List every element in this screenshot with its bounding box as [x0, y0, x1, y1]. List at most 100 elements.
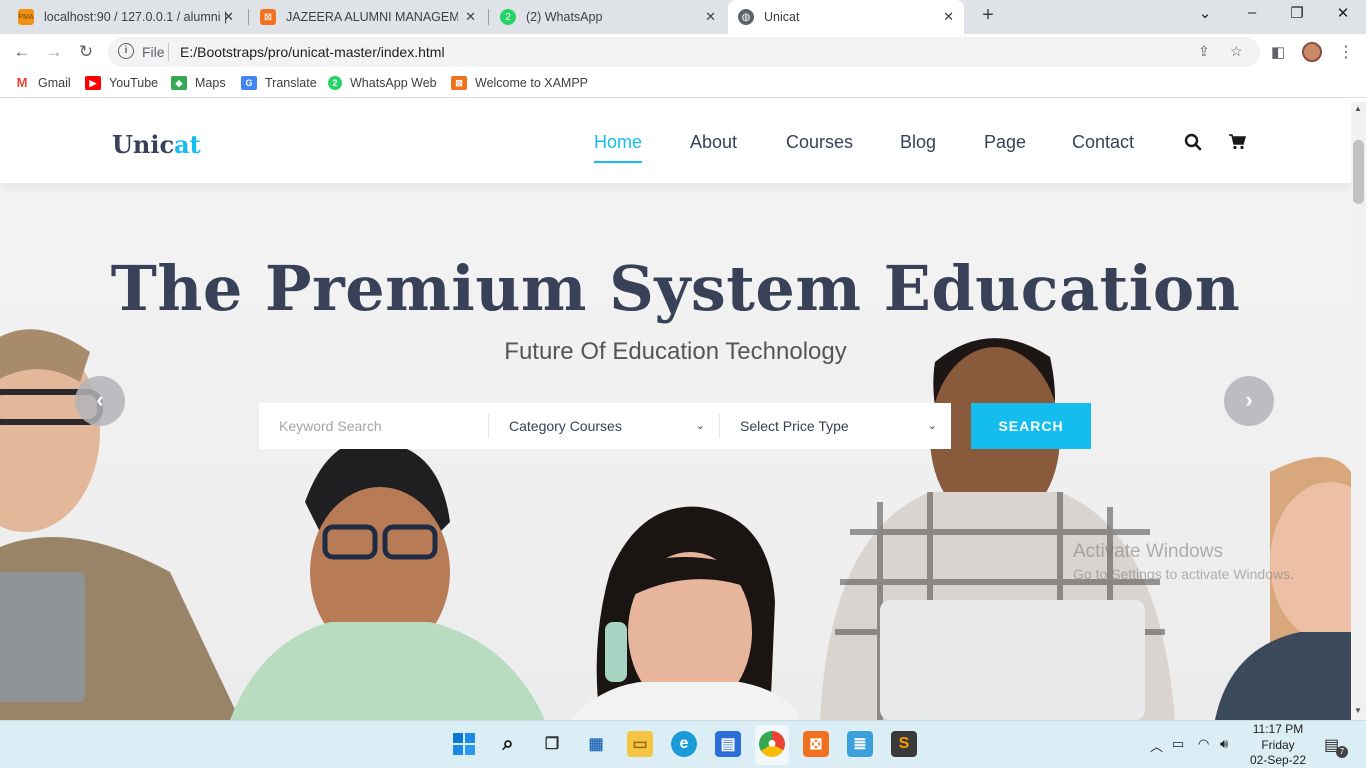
- bookmark-label: Translate: [265, 76, 317, 90]
- close-icon[interactable]: ✕: [705, 9, 716, 25]
- file-scheme-label: File: [142, 44, 165, 60]
- side-panel-icon[interactable]: ◧: [1271, 43, 1285, 61]
- bookmark-translate[interactable]: G Translate: [241, 76, 317, 90]
- reload-icon[interactable]: ↻: [76, 42, 96, 62]
- watermark-title: Activate Windows: [1073, 541, 1223, 562]
- site-header: Unicat Home About Courses Blog Page Cont…: [0, 102, 1351, 183]
- carousel-prev-button[interactable]: ‹: [75, 376, 125, 426]
- tab-title: JAZEERA ALUMNI MANAGEMENT: [286, 10, 458, 24]
- logo-accent-text: at: [174, 130, 201, 159]
- chrome-icon[interactable]: ●: [759, 731, 785, 757]
- price-type-select[interactable]: Select Price Type ⌄: [720, 403, 951, 449]
- carousel-next-button[interactable]: ›: [1224, 376, 1274, 426]
- maps-icon: ◆: [171, 76, 187, 90]
- category-select[interactable]: Category Courses ⌄: [489, 403, 719, 449]
- scroll-down-icon[interactable]: ▼: [1354, 706, 1362, 715]
- tab-phpmyadmin[interactable]: PMA localhost:90 / 127.0.0.1 / alumni | …: [8, 0, 244, 34]
- search-icon[interactable]: [1184, 133, 1202, 156]
- back-icon[interactable]: ←: [12, 42, 32, 62]
- bookmark-label: Maps: [195, 76, 226, 90]
- logo-text: Unic: [112, 130, 175, 159]
- chevron-up-icon[interactable]: ︿: [1150, 736, 1163, 755]
- bookmark-label: YouTube: [109, 76, 159, 90]
- sublime-icon[interactable]: S: [891, 731, 917, 757]
- page-scrollbar[interactable]: ▲ ▼: [1351, 102, 1366, 720]
- course-search-form: Category Courses ⌄ Select Price Type ⌄: [259, 403, 951, 449]
- close-icon[interactable]: ✕: [465, 9, 476, 25]
- bookmark-label: WhatsApp Web: [350, 76, 437, 90]
- tab-whatsapp[interactable]: 2 (2) WhatsApp ✕: [490, 0, 726, 34]
- scrollbar-thumb[interactable]: [1353, 140, 1364, 204]
- bookmark-label: Gmail: [38, 76, 71, 90]
- bookmark-star-icon[interactable]: ☆: [1230, 43, 1243, 60]
- address-bar[interactable]: i File E:/Bootstraps/pro/unicat-master/i…: [108, 37, 1260, 67]
- category-select-value: Category Courses: [509, 418, 622, 434]
- browser-tab-strip: PMA localhost:90 / 127.0.0.1 / alumni | …: [0, 0, 1366, 34]
- gmail-icon: M: [14, 76, 30, 90]
- menu-icon[interactable]: ⋮: [1338, 42, 1354, 62]
- hero-subtitle: Future Of Education Technology: [504, 338, 847, 365]
- bookmark-gmail[interactable]: M Gmail: [14, 76, 71, 90]
- notification-badge: 7: [1336, 746, 1348, 758]
- battery-icon[interactable]: ▭: [1172, 736, 1184, 752]
- nav-home[interactable]: Home: [594, 132, 643, 163]
- window-close-icon[interactable]: ✕: [1331, 4, 1355, 22]
- xampp-icon[interactable]: ⊠: [803, 731, 829, 757]
- close-icon[interactable]: ✕: [943, 9, 954, 25]
- cart-icon[interactable]: [1228, 133, 1246, 155]
- phpmyadmin-icon: PMA: [18, 9, 34, 25]
- tab-jazeera[interactable]: ⊠ JAZEERA ALUMNI MANAGEMENT ✕: [250, 0, 486, 34]
- profile-avatar[interactable]: [1302, 42, 1322, 62]
- search-icon[interactable]: ⌕: [495, 731, 521, 757]
- tab-title: Unicat: [764, 10, 800, 24]
- share-icon[interactable]: ⇪: [1198, 43, 1210, 60]
- bookmark-xampp[interactable]: ⊠ Welcome to XAMPP: [451, 76, 588, 90]
- globe-icon: ◍: [738, 9, 754, 25]
- web-page: Unicat Home About Courses Blog Page Cont…: [0, 102, 1351, 720]
- scroll-up-icon[interactable]: ▲: [1354, 104, 1362, 113]
- new-tab-button[interactable]: +: [976, 4, 1000, 27]
- tab-unicat[interactable]: ◍ Unicat ✕: [728, 0, 964, 34]
- tab-title: (2) WhatsApp: [526, 10, 603, 24]
- bookmark-maps[interactable]: ◆ Maps: [171, 76, 226, 90]
- bookmark-youtube[interactable]: ▶ YouTube: [85, 76, 158, 90]
- restore-icon[interactable]: ❐: [1285, 4, 1309, 22]
- edge-icon[interactable]: e: [671, 731, 697, 757]
- keyword-search-input[interactable]: [259, 403, 488, 449]
- tab-search-icon[interactable]: ⌄: [1193, 4, 1217, 22]
- system-clock[interactable]: 11:17 PM Friday 02-Sep-22: [1246, 722, 1310, 769]
- nav-courses[interactable]: Courses: [786, 132, 853, 153]
- minimize-icon[interactable]: –: [1240, 4, 1264, 21]
- bookmark-label: Welcome to XAMPP: [475, 76, 589, 90]
- task-view-icon[interactable]: ❐: [539, 731, 565, 757]
- search-button[interactable]: SEARCH: [971, 403, 1091, 449]
- store-icon[interactable]: ▤: [715, 731, 741, 757]
- site-logo[interactable]: Unicat: [112, 130, 201, 159]
- activate-windows-watermark: Activate Windows Go to Settings to activ…: [1073, 541, 1294, 582]
- url-text[interactable]: E:/Bootstraps/pro/unicat-master/index.ht…: [180, 44, 445, 60]
- notepad-icon[interactable]: ≣: [847, 731, 873, 757]
- forward-icon[interactable]: →: [44, 42, 64, 62]
- nav-blog[interactable]: Blog: [900, 132, 936, 153]
- file-explorer-icon[interactable]: ▭: [627, 731, 653, 757]
- chevron-down-icon: ⌄: [927, 420, 937, 432]
- xampp-icon: ⊠: [260, 9, 276, 25]
- whatsapp-icon: 2: [500, 9, 516, 25]
- youtube-icon: ▶: [85, 76, 101, 90]
- bookmark-whatsapp-web[interactable]: 2 WhatsApp Web: [328, 76, 437, 90]
- info-icon[interactable]: i: [118, 43, 134, 59]
- wifi-icon[interactable]: ◠: [1198, 736, 1209, 752]
- hero-title: The Premium System Education: [110, 252, 1241, 325]
- nav-about[interactable]: About: [690, 132, 737, 153]
- nav-contact[interactable]: Contact: [1072, 132, 1134, 153]
- close-icon[interactable]: ✕: [223, 9, 234, 25]
- widgets-icon[interactable]: ▦: [583, 731, 609, 757]
- clock-date: 02-Sep-22: [1249, 753, 1307, 767]
- volume-icon[interactable]: 🔊︎: [1220, 736, 1228, 752]
- bookmarks-bar: M Gmail ▶ YouTube ◆ Maps G Translate 2 W…: [0, 70, 1366, 98]
- windows-start-icon[interactable]: [451, 731, 477, 757]
- watermark-subtitle: Go to Settings to activate Windows.: [1073, 566, 1294, 582]
- nav-page[interactable]: Page: [984, 132, 1026, 153]
- whatsapp-icon: 2: [328, 76, 342, 90]
- xampp-icon: ⊠: [451, 76, 467, 90]
